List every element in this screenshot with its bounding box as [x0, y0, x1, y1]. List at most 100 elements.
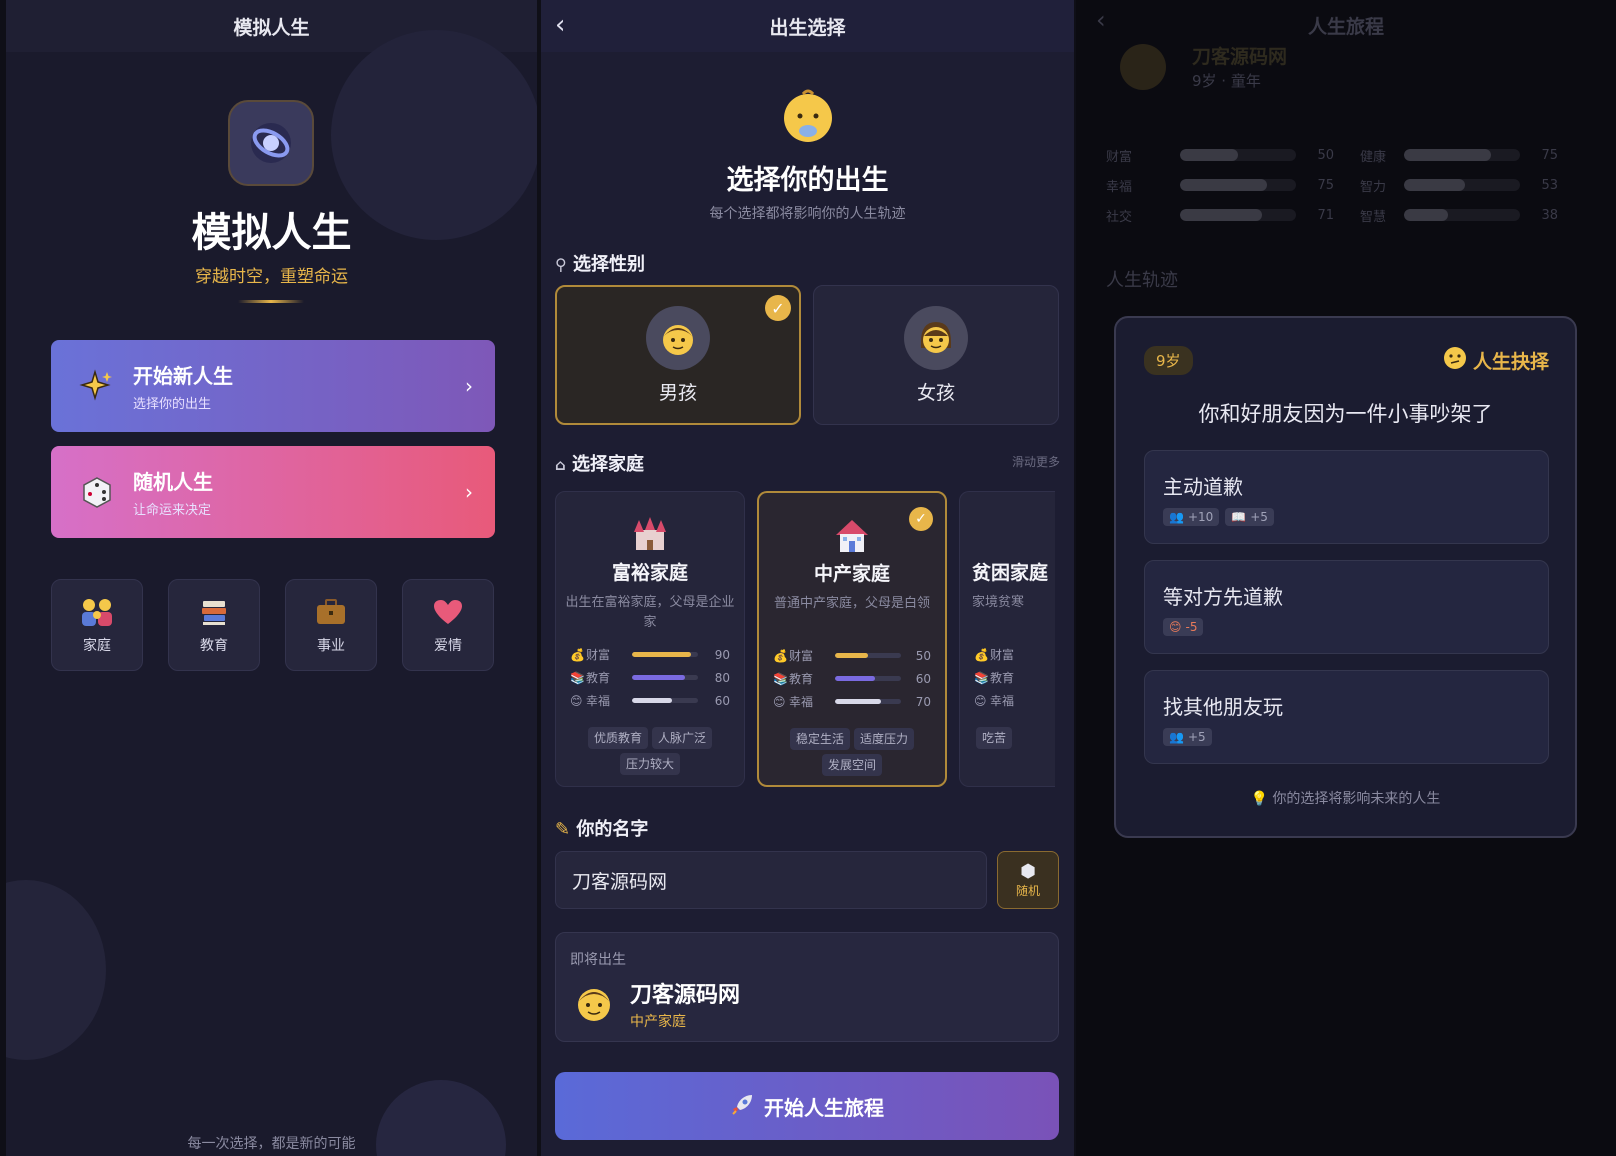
gender-section-title: ⚲ 选择性别	[555, 254, 645, 275]
house-icon: ⌂	[555, 456, 566, 474]
birth-choice-screen: ‹ 出生选择 选择你的出生 每个选择都将影响你的人生轨迹 ⚲ 选择性别 ✓ 男孩…	[541, 0, 1074, 1156]
family-card-middle[interactable]: ✓ 中产家庭 普通中产家庭，父母是白领 💰 财富 50 📚 教育 60 😊 幸福 70 稳定…	[757, 491, 947, 787]
dice-icon: ⬢	[1020, 861, 1036, 882]
effect-badge-social: 👥 +10	[1163, 508, 1220, 526]
start-new-life-button[interactable]: 开始新人生 选择你的出生 ›	[51, 340, 495, 432]
choice-footer: 💡 你的选择将影响未来的人生	[1250, 791, 1441, 807]
category-family[interactable]: 家庭	[51, 579, 143, 671]
choice-option-other-friends[interactable]: 找其他朋友玩 👥 +5	[1144, 670, 1549, 764]
stat-row: 😊 幸福	[974, 693, 1015, 709]
stat-row: 💰 财富 50	[773, 648, 931, 664]
smile-icon: 😊	[773, 694, 786, 709]
random-life-sub: 让命运来决定	[133, 503, 212, 518]
category-label: 事业	[317, 638, 345, 654]
family-name: 富裕家庭	[611, 562, 688, 584]
preview-label: 即将出生	[570, 952, 626, 968]
home-screen: 模拟人生 模拟人生 穿越时空，重塑命运 开始新人生 选择你的出生 › 随机人生 …	[6, 0, 537, 1156]
category-label: 教育	[200, 638, 228, 654]
name-input[interactable]: 刀客源码网	[555, 851, 987, 909]
player-name: 刀客源码网	[1192, 46, 1288, 68]
castle-icon	[556, 514, 744, 554]
gender-card-girl[interactable]: 女孩	[813, 285, 1059, 425]
decor-circle	[6, 880, 106, 1060]
journey-screen: ‹ 人生旅程 刀客源码网 9岁 · 童年 财富 50 健康 75 幸福 75 智力 53…	[1076, 0, 1616, 1156]
tag-list: 优质教育 人脉广泛 压力较大	[556, 724, 744, 776]
preview-family: 中产家庭	[630, 1014, 686, 1030]
check-icon: ✓	[765, 295, 791, 321]
age-badge: 9岁	[1144, 346, 1193, 375]
tag: 稳定生活	[789, 728, 850, 750]
family-desc: 出生在富裕家庭，父母是企业家	[565, 595, 735, 630]
smile-icon: 😊	[570, 693, 583, 708]
app-name: 模拟人生	[191, 210, 352, 256]
family-card-poor[interactable]: 贫困家庭 家境贫寒 💰 财富 📚 教育 😊 幸福 吃苦	[959, 491, 1055, 787]
title-divider	[238, 300, 304, 303]
book-icon: 📚	[570, 670, 585, 685]
choice-option-apologize[interactable]: 主动道歉 👥 +10 📖 +5	[1144, 450, 1549, 544]
book-icon: 📖	[1231, 510, 1247, 524]
dice-icon	[75, 470, 119, 514]
home-footer: 每一次选择，都是新的可能	[187, 1136, 356, 1152]
money-bag-icon: 💰	[773, 648, 788, 663]
start-journey-button[interactable]: 开始人生旅程	[555, 1072, 1059, 1140]
baby-icon	[781, 86, 835, 150]
boy-icon	[646, 305, 710, 370]
start-new-life-title: 开始新人生	[133, 364, 233, 388]
tag-list: 稳定生活 适度压力发展空间	[759, 725, 945, 777]
gender-icon: ⚲	[555, 255, 567, 274]
stat-row: 📚 教育 60	[773, 671, 931, 687]
start-new-life-sub: 选择你的出生	[133, 397, 212, 412]
rocket-icon	[730, 1091, 756, 1122]
app-subtitle: 穿越时空，重塑命运	[195, 267, 348, 287]
family-name: 中产家庭	[813, 563, 890, 585]
random-name-button[interactable]: ⬢ 随机	[997, 851, 1059, 909]
book-icon: 📚	[773, 671, 788, 686]
stat-row: 📚 教育 80	[570, 670, 730, 686]
swipe-more-hint: 滑动更多	[1011, 455, 1060, 469]
people-icon: 👥	[1169, 730, 1184, 744]
choice-option-wait[interactable]: 等对方先道歉 😊 -5	[1144, 560, 1549, 654]
check-icon: ✓	[909, 507, 933, 531]
back-arrow-icon[interactable]: ‹	[555, 10, 565, 40]
category-career[interactable]: 事业	[285, 579, 377, 671]
pencil-icon: ✎	[555, 819, 571, 840]
birth-subheading: 每个选择都将影响你的人生轨迹	[709, 206, 906, 222]
birth-preview-card: 即将出生 刀客源码网 中产家庭	[555, 932, 1059, 1042]
gender-card-boy[interactable]: ✓ 男孩	[555, 285, 801, 425]
random-life-button[interactable]: 随机人生 让命运来决定 ›	[51, 446, 495, 538]
category-love[interactable]: 爱情	[402, 579, 494, 671]
preview-name: 刀客源码网	[630, 983, 741, 1008]
chevron-right-icon: ›	[465, 480, 473, 504]
family-icon	[79, 595, 115, 629]
stat-row: 💰 财富 90	[570, 647, 730, 663]
gender-label-girl: 女孩	[916, 381, 955, 404]
effect-badge-wisdom: 📖 +5	[1225, 508, 1274, 526]
gender-label-boy: 男孩	[658, 381, 697, 404]
life-choice-tag: 人生抉择	[1443, 346, 1549, 375]
app-logo-icon	[228, 100, 314, 186]
birth-heading: 选择你的出生	[726, 165, 889, 196]
life-choice-modal: 9岁 人生抉择 你和好朋友因为一件小事吵架了 主动道歉 👥 +10 📖 +5 等对方…	[1114, 316, 1577, 838]
heart-icon	[432, 595, 464, 629]
briefcase-icon	[315, 595, 347, 629]
birth-topbar: ‹ 出生选择	[541, 0, 1074, 52]
money-bag-icon: 💰	[570, 647, 585, 662]
tag: 发展空间	[821, 754, 882, 776]
thinking-face-icon	[1443, 346, 1467, 375]
stat-row: 😊 幸福 60	[570, 693, 730, 709]
choice-question: 你和好朋友因为一件小事吵架了	[1198, 402, 1493, 426]
tag: 适度压力	[854, 728, 915, 750]
category-label: 家庭	[83, 638, 111, 654]
name-section-title: ✎ 你的名字	[555, 819, 649, 840]
tag: 压力较大	[619, 753, 680, 775]
boy-avatar-icon	[574, 981, 614, 1027]
journey-title: 人生旅程	[1307, 16, 1384, 38]
category-education[interactable]: 教育	[168, 579, 260, 671]
family-desc: 家境贫寒	[972, 595, 1025, 610]
sparkles-icon	[75, 364, 119, 408]
stat-row: 💰 财富	[974, 647, 1015, 663]
player-meta: 9岁 · 童年	[1192, 72, 1261, 90]
effect-badge-happiness: 😊 -5	[1163, 618, 1204, 636]
family-card-rich[interactable]: 富裕家庭 出生在富裕家庭，父母是企业家 💰 财富 90 📚 教育 80 😊 幸福 60 优质…	[555, 491, 745, 787]
birth-title: 出生选择	[769, 16, 846, 39]
